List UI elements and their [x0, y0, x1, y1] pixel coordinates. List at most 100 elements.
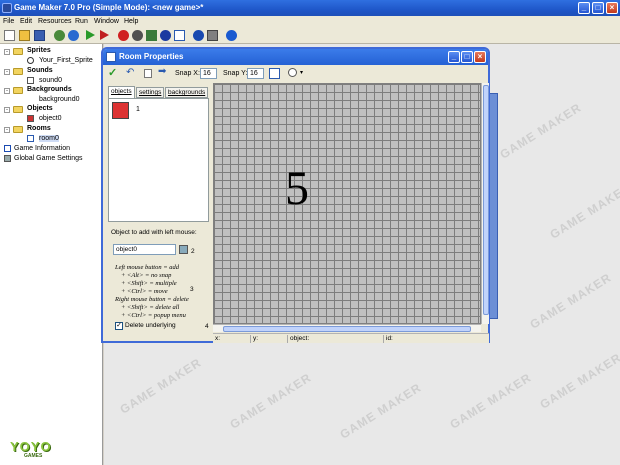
- tree-game-info[interactable]: Game Information: [14, 145, 70, 152]
- room-properties-window: Room Properties _ □ × ✓ ↶ ➡ Snap X: 16 S…: [101, 47, 490, 343]
- delete-underlying-label: Delete underlying: [125, 322, 176, 329]
- status-y: y:: [253, 335, 259, 342]
- logo-text: YOYO: [10, 439, 52, 454]
- watermark: GAME MAKER: [547, 180, 620, 242]
- help-line: + <Alt> = no snap: [121, 272, 172, 279]
- tree-rooms[interactable]: Rooms: [27, 125, 51, 132]
- callout-3: 3: [190, 286, 194, 293]
- tree-sprite-item[interactable]: Your_First_Sprite: [39, 57, 93, 64]
- save-icon[interactable]: [34, 30, 45, 41]
- resource-tree: - Sprites Your_First_Sprite - Sounds sou…: [0, 44, 103, 465]
- grid-toggle-icon[interactable]: [269, 68, 280, 79]
- undo-icon[interactable]: ↶: [126, 68, 134, 78]
- collapse-sprites[interactable]: -: [4, 49, 10, 55]
- main-title-bar: Game Maker 7.0 Pro (Simple Mode): <new g…: [0, 0, 620, 16]
- close-button[interactable]: ×: [606, 2, 618, 14]
- tree-backgrounds[interactable]: Backgrounds: [27, 86, 72, 93]
- snap-y-input[interactable]: 16: [247, 68, 264, 79]
- collapse-backgrounds[interactable]: -: [4, 88, 10, 94]
- add-background-icon[interactable]: [146, 30, 157, 41]
- watermark: GAME MAKER: [117, 355, 204, 417]
- tree-sounds[interactable]: Sounds: [27, 67, 53, 74]
- debug-run-icon[interactable]: [100, 30, 109, 40]
- zoom-icon[interactable]: [288, 68, 297, 77]
- help-line: Left mouse button = add: [115, 264, 179, 271]
- collapse-rooms[interactable]: -: [4, 127, 10, 133]
- watermark: GAME MAKER: [527, 270, 614, 332]
- folder-icon: [13, 48, 23, 55]
- add-sound-icon[interactable]: [132, 30, 143, 41]
- tab-backgrounds[interactable]: backgrounds: [165, 87, 209, 98]
- horizontal-scrollbar[interactable]: [213, 324, 481, 332]
- globe-icon[interactable]: [68, 30, 79, 41]
- menu-window[interactable]: Window: [94, 18, 119, 25]
- tree-objects[interactable]: Objects: [27, 105, 53, 112]
- tree-object-item[interactable]: object0: [39, 115, 62, 122]
- help-line: + <Shift> = delete all: [121, 304, 180, 311]
- room-grid-canvas[interactable]: [213, 83, 481, 324]
- menu-file[interactable]: File: [3, 18, 14, 25]
- help-line: + <Shift> = multiple: [121, 280, 177, 287]
- delete-underlying-checkbox[interactable]: ✓: [115, 322, 123, 330]
- object-thumbnail[interactable]: [112, 102, 129, 119]
- checkmark-icon[interactable]: ✓: [108, 68, 117, 79]
- sound-icon: [27, 77, 34, 84]
- object-icon: [27, 115, 34, 122]
- status-x: x:: [215, 335, 221, 342]
- snap-x-input[interactable]: 16: [200, 68, 217, 79]
- minimize-button[interactable]: _: [578, 2, 590, 14]
- watermark: GAME MAKER: [337, 380, 424, 442]
- new-file-icon[interactable]: [4, 30, 15, 41]
- scroll-thumb[interactable]: [483, 85, 489, 315]
- chevron-down-icon[interactable]: ▾: [300, 69, 303, 76]
- room-maximize-button[interactable]: □: [461, 51, 473, 63]
- room-minimize-button[interactable]: _: [448, 51, 460, 63]
- publish-icon[interactable]: [54, 30, 65, 41]
- collapse-sounds[interactable]: -: [4, 69, 10, 75]
- help-line: + <Ctrl> = move: [121, 288, 168, 295]
- watermark: GAME MAKER: [447, 370, 534, 432]
- tab-settings[interactable]: settings: [136, 87, 165, 98]
- status-bar: x: y: object: id:: [213, 333, 489, 343]
- room-icon: [106, 52, 116, 62]
- tree-background-item[interactable]: background0: [39, 96, 79, 103]
- sprite-icon: [27, 57, 34, 64]
- tree-global-settings[interactable]: Global Game Settings: [14, 155, 82, 162]
- object-select[interactable]: object0: [113, 244, 176, 255]
- menu-bar: File Edit Resources Run Window Help: [0, 16, 620, 27]
- main-toolbar: [0, 27, 620, 44]
- tab-objects[interactable]: objects: [108, 86, 135, 98]
- open-folder-icon[interactable]: [19, 30, 30, 41]
- room-toolbar: ✓ ↶ ➡ Snap X: 16 Snap Y: 16 ▾: [103, 65, 488, 81]
- menu-edit[interactable]: Edit: [20, 18, 32, 25]
- yoyo-games-logo: YOYO GAMES: [10, 440, 74, 462]
- settings-icon: [4, 155, 11, 162]
- menu-resources[interactable]: Resources: [38, 18, 71, 25]
- collapse-objects[interactable]: -: [4, 107, 10, 113]
- menu-help[interactable]: Help: [124, 18, 138, 25]
- tree-sprites[interactable]: Sprites: [27, 47, 51, 54]
- tree-room-item[interactable]: room0: [39, 135, 59, 142]
- scroll-thumb[interactable]: [223, 326, 471, 332]
- game-info-icon[interactable]: [193, 30, 204, 41]
- room-close-button[interactable]: ×: [474, 51, 486, 63]
- add-object-label: Object to add with left mouse:: [111, 229, 197, 236]
- add-room-icon[interactable]: [174, 30, 185, 41]
- folder-icon: [13, 87, 23, 94]
- add-object-icon[interactable]: [160, 30, 171, 41]
- add-sprite-icon[interactable]: [118, 30, 129, 41]
- clear-icon[interactable]: [144, 69, 152, 78]
- room-tabs: objects settings backgrounds: [108, 86, 209, 98]
- help-icon[interactable]: [226, 30, 237, 41]
- run-icon[interactable]: [86, 30, 95, 40]
- menu-run[interactable]: Run: [75, 18, 88, 25]
- info-icon: [4, 145, 11, 152]
- global-settings-icon[interactable]: [207, 30, 218, 41]
- object-menu-icon[interactable]: [179, 245, 188, 254]
- tree-sound-item[interactable]: sound0: [39, 77, 62, 84]
- maximize-button[interactable]: □: [592, 2, 604, 14]
- game-maker-app-icon: [2, 3, 12, 13]
- shift-icon[interactable]: ➡: [158, 67, 166, 77]
- vertical-scrollbar[interactable]: [481, 83, 489, 324]
- folder-icon: [13, 68, 23, 75]
